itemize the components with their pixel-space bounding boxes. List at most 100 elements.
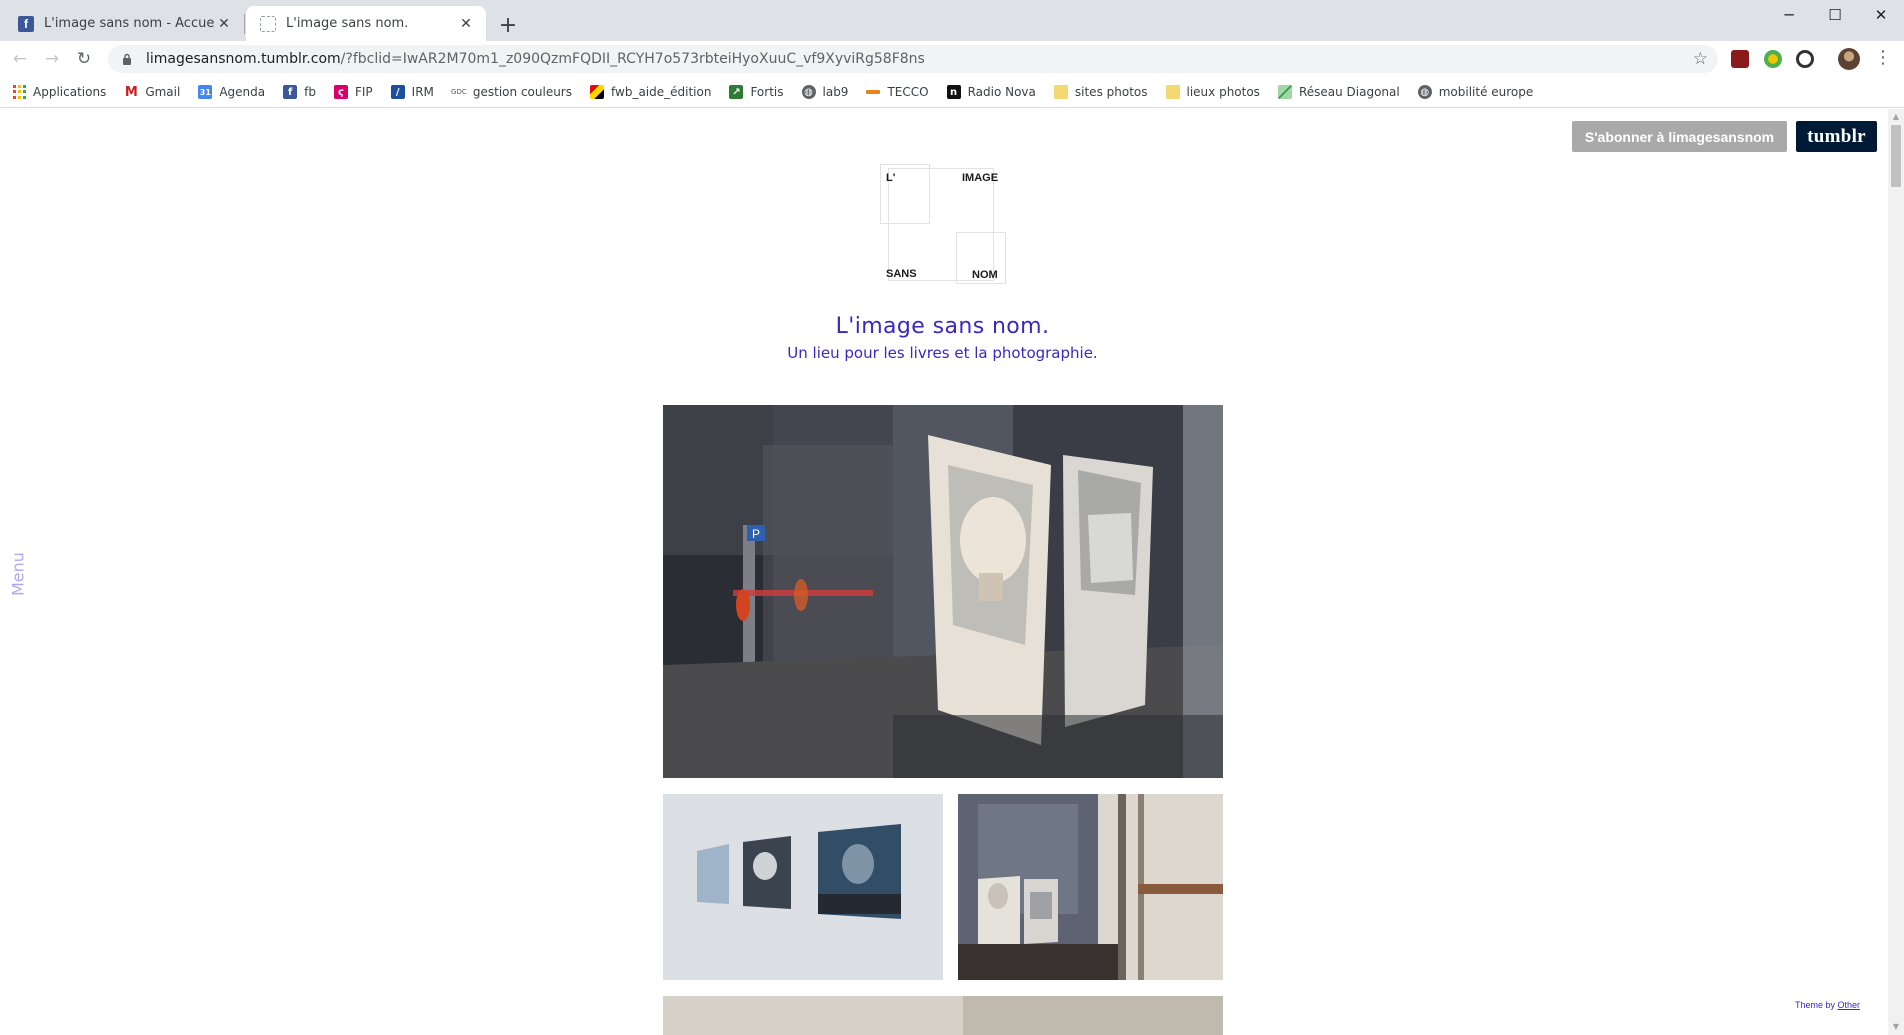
bookmark-label: sites photos: [1074, 85, 1148, 99]
page-scrollbar[interactable]: ▲ ▼: [1888, 109, 1904, 1035]
scroll-thumb[interactable]: [1891, 125, 1901, 187]
calendar-icon: 31: [198, 85, 213, 99]
bookmark-mobilite-europe[interactable]: ◍ mobilité europe: [1417, 85, 1534, 99]
fortis-icon: ↗: [729, 85, 744, 99]
tumblr-logo-button[interactable]: tumblr: [1796, 121, 1877, 152]
address-bar[interactable]: limagesansnom.tumblr.com/?fbclid=IwAR2M7…: [108, 45, 1718, 73]
bookmark-irm[interactable]: / IRM: [390, 85, 434, 99]
reload-button[interactable]: ↻: [70, 45, 98, 73]
bookmark-reseau-diagonal[interactable]: Réseau Diagonal: [1277, 85, 1400, 99]
apps-grid-icon: [12, 85, 26, 99]
avatar[interactable]: [1838, 48, 1860, 70]
facebook-icon: f: [283, 85, 298, 99]
bookmark-label: Réseau Diagonal: [1298, 85, 1400, 99]
folder-icon: [1053, 85, 1068, 99]
tab-strip: f L'image sans nom - Accueil ✕ L'image s…: [0, 0, 1904, 41]
lock-icon: [120, 52, 134, 66]
bookmark-fip[interactable]: ϛ FIP: [333, 85, 373, 99]
irm-icon: /: [390, 85, 405, 99]
pdf-extension-icon[interactable]: [1731, 50, 1749, 68]
bookmark-label: lab9: [822, 85, 849, 99]
bookmark-agenda[interactable]: 31 Agenda: [198, 85, 265, 99]
tab-title: L'image sans nom.: [286, 16, 409, 31]
bookmark-fortis[interactable]: ↗ Fortis: [729, 85, 784, 99]
logo-word: L': [886, 172, 896, 184]
post-photo-next[interactable]: [663, 996, 1223, 1035]
subscribe-button[interactable]: S'abonner à limagesansnom: [1572, 121, 1787, 152]
bookmark-fb[interactable]: f fb: [283, 85, 316, 99]
logo-word: IMAGE: [962, 172, 999, 184]
bookmark-label: fwb_aide_édition: [611, 85, 712, 99]
post-photo-main[interactable]: P: [663, 405, 1223, 778]
bookmark-radio-nova[interactable]: n Radio Nova: [946, 85, 1036, 99]
tecco-icon: [866, 90, 881, 94]
photo-window-prints-icon: [958, 794, 1223, 980]
logo-word: NOM: [972, 269, 998, 281]
browser-toolbar: ← → ↻ limagesansnom.tumblr.com/?fbclid=I…: [0, 41, 1904, 77]
color-extension-icon[interactable]: [1764, 50, 1782, 68]
close-window-button[interactable]: ✕: [1858, 0, 1904, 30]
tab-title: L'image sans nom - Accueil: [44, 16, 214, 31]
tab-separator: [244, 14, 245, 34]
post-photo-window-prints[interactable]: [958, 794, 1223, 980]
scroll-up-icon[interactable]: ▲: [1888, 109, 1904, 125]
bookmark-lieux-photos[interactable]: lieux photos: [1165, 85, 1260, 99]
bookmark-label: Fortis: [750, 85, 784, 99]
new-tab-button[interactable]: +: [494, 11, 522, 39]
globe-icon: ◍: [1417, 85, 1432, 99]
post-photo-gallery-wall[interactable]: [663, 794, 943, 980]
bookmark-gestion-couleurs[interactable]: GDC gestion couleurs: [451, 85, 572, 99]
bookmark-label: Radio Nova: [967, 85, 1036, 99]
bookmark-sites-photos[interactable]: sites photos: [1053, 85, 1148, 99]
back-button[interactable]: ←: [6, 45, 34, 73]
bookmark-applications[interactable]: Applications: [12, 85, 106, 99]
site-subtitle: Un lieu pour les livres et la photograph…: [787, 344, 1098, 362]
forward-button[interactable]: →: [38, 45, 66, 73]
bookmark-label: Gmail: [145, 85, 181, 99]
folder-icon: [1165, 85, 1180, 99]
star-icon[interactable]: ☆: [1693, 49, 1708, 69]
url-path: /?fbclid=IwAR2M70m1_z090QzmFQDII_RCYH7o5…: [340, 51, 925, 67]
tab-facebook[interactable]: f L'image sans nom - Accueil ✕: [4, 6, 244, 41]
bookmarks-bar: Applications M Gmail 31 Agenda f fb ϛ FI…: [0, 77, 1904, 108]
tumblr-page: S'abonner à limagesansnom tumblr L' IMAG…: [0, 109, 1888, 1035]
logo-word: SANS: [886, 268, 917, 280]
bookmark-label: mobilité europe: [1438, 85, 1534, 99]
photo-shop-window-icon: P: [663, 405, 1223, 778]
url-host: limagesansnom.tumblr.com: [146, 51, 341, 67]
bookmark-label: IRM: [411, 85, 434, 99]
site-logo[interactable]: L' IMAGE SANS NOM: [876, 160, 1010, 286]
photo-next-icon: [663, 996, 1223, 1035]
tumblr-dashed-icon: [260, 15, 276, 32]
close-icon[interactable]: ✕: [214, 14, 234, 34]
bookmark-fwb[interactable]: fwb_aide_édition: [590, 85, 711, 99]
site-title[interactable]: L'image sans nom.: [0, 314, 1885, 339]
theme-link[interactable]: Other: [1838, 1000, 1861, 1010]
bookmark-label: TECCO: [887, 85, 929, 99]
photo-gallery-wall-icon: [663, 794, 943, 980]
close-icon[interactable]: ✕: [456, 14, 476, 34]
bookmark-label: gestion couleurs: [472, 85, 572, 99]
bookmark-label: FIP: [354, 85, 373, 99]
maximize-button[interactable]: ☐: [1812, 0, 1858, 30]
theme-credit: Theme by Other: [1795, 1000, 1860, 1010]
minimize-button[interactable]: ─: [1766, 0, 1812, 30]
headphones-extension-icon[interactable]: [1796, 50, 1814, 68]
bookmark-label: fb: [304, 85, 316, 99]
diagonal-icon: [1277, 85, 1292, 99]
facebook-icon: f: [18, 15, 34, 32]
menu-dots-icon[interactable]: ⋮: [1874, 47, 1892, 71]
bookmark-gmail[interactable]: M Gmail: [124, 84, 181, 100]
globe-icon: ◍: [801, 85, 816, 99]
radio-nova-icon: n: [946, 85, 961, 99]
bookmark-lab9[interactable]: ◍ lab9: [801, 85, 849, 99]
gmail-icon: M: [124, 84, 138, 100]
bookmark-label: Applications: [33, 85, 107, 99]
menu-toggle[interactable]: Menu: [5, 544, 31, 604]
bookmark-tecco[interactable]: TECCO: [866, 85, 929, 99]
theme-credit-label: Theme by: [1795, 1000, 1836, 1010]
fwb-icon: [590, 85, 604, 99]
bookmark-label: lieux photos: [1186, 85, 1260, 99]
scroll-down-icon[interactable]: ▼: [1888, 1019, 1904, 1035]
tab-tumblr[interactable]: L'image sans nom. ✕: [246, 6, 486, 41]
